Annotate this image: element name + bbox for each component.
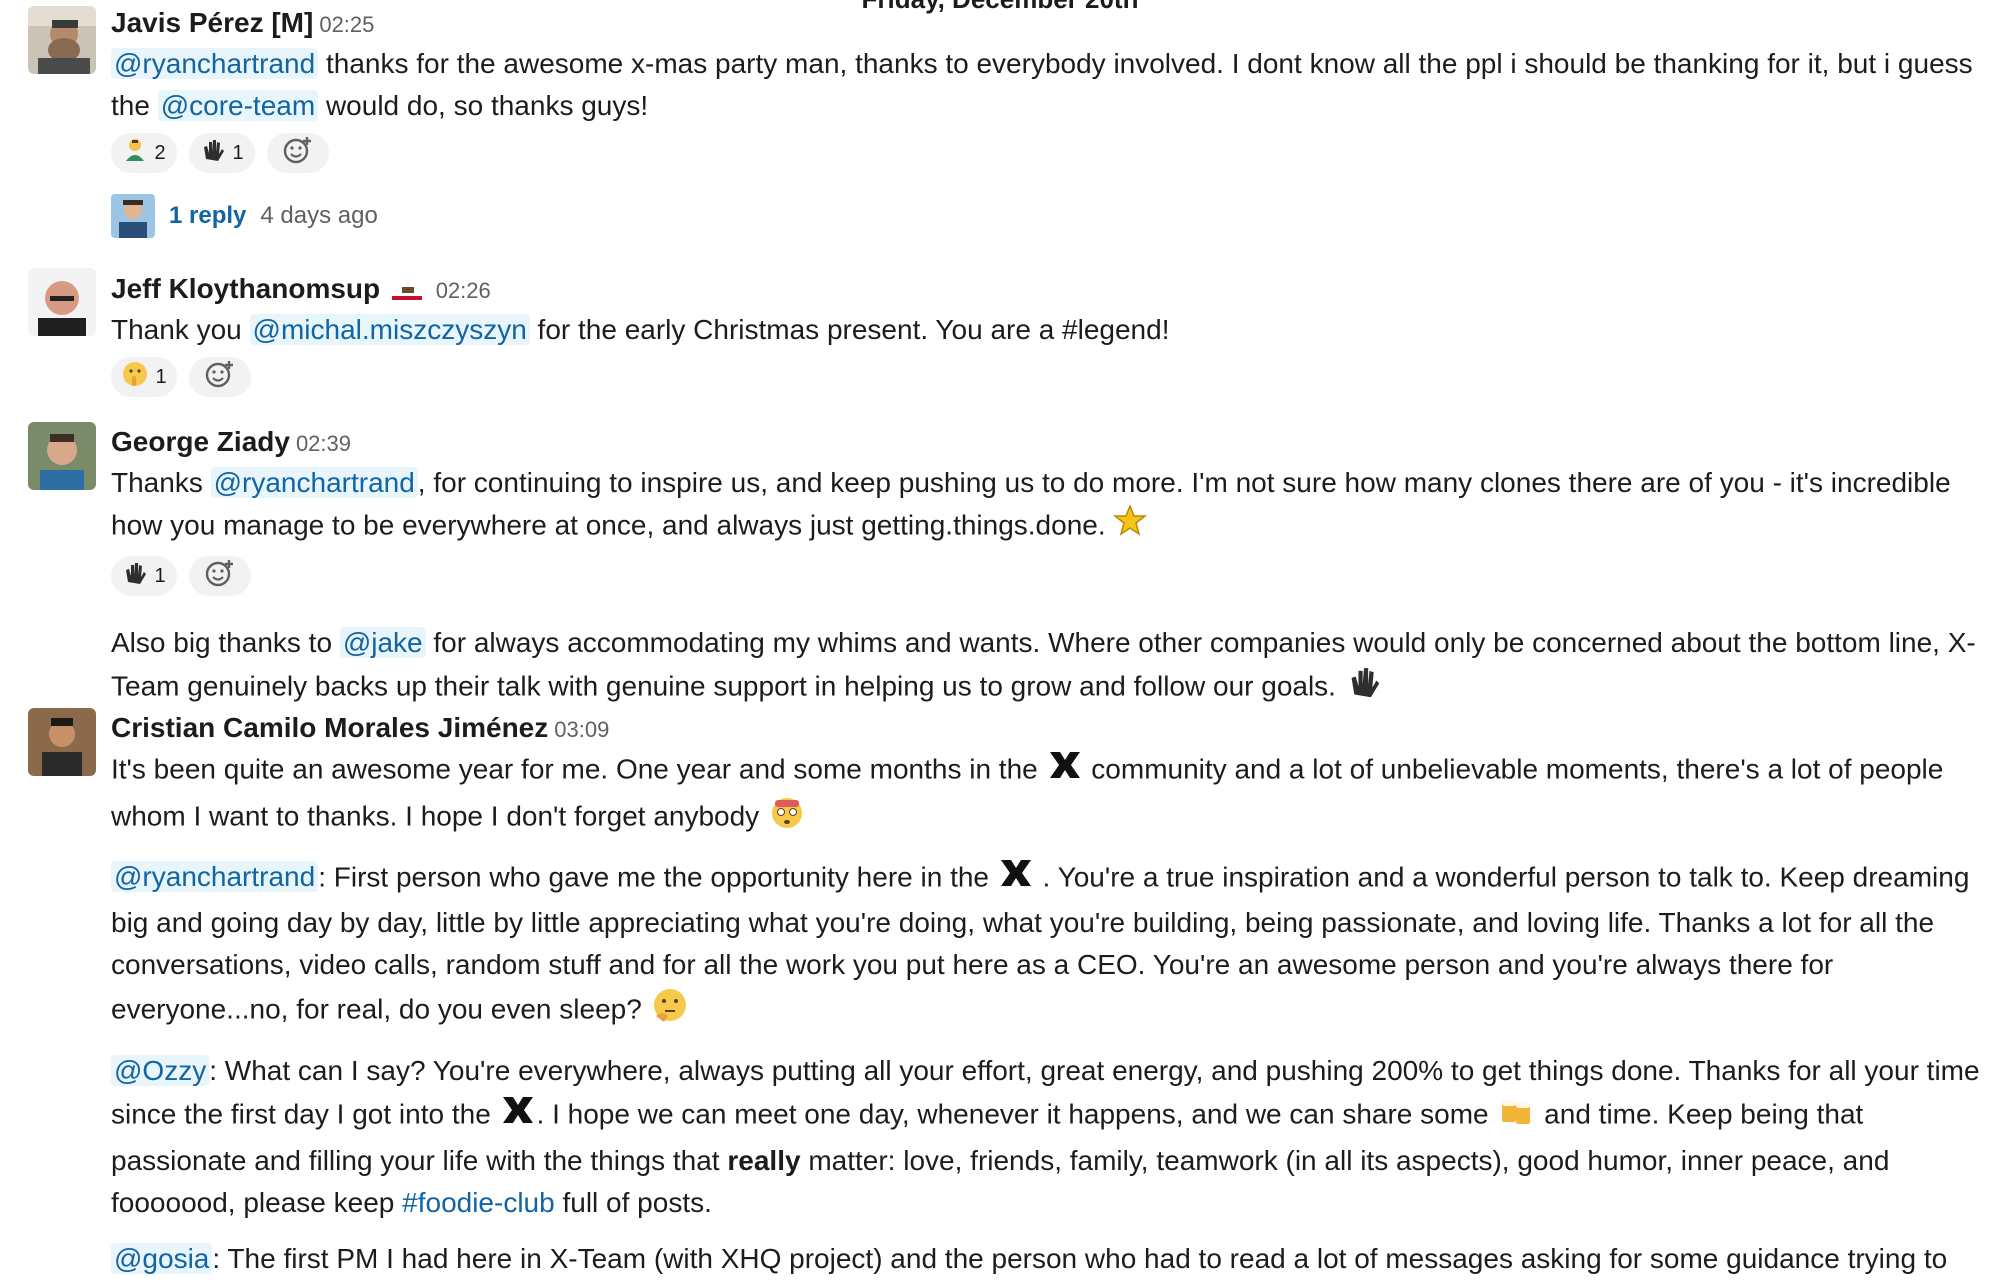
thread-participant-avatar: [111, 194, 155, 238]
reaction-waving-hand[interactable]: 1: [111, 556, 177, 596]
message-text: It's been quite an awesome year for me. …: [111, 748, 1980, 842]
timestamp[interactable]: 03:09: [554, 717, 609, 742]
avatar[interactable]: [28, 708, 96, 776]
add-reaction-button[interactable]: [189, 556, 251, 596]
text-segment: for the early Christmas present. You are…: [529, 314, 1170, 345]
add-reaction-button[interactable]: [189, 357, 251, 397]
reaction-count: 1: [154, 564, 166, 587]
reaction-waving-hand[interactable]: 1: [189, 133, 255, 173]
reaction-count: 2: [154, 141, 166, 164]
message-text: Thank you @michal.miszczyszyn for the ea…: [111, 309, 1980, 351]
bold-text: really: [727, 1145, 801, 1176]
text-segment: : First person who gave me the opportuni…: [318, 861, 997, 893]
last-reply-time: 4 days ago: [260, 202, 378, 229]
paragraph-gosia: @gosia: The first PM I had here in X-Tea…: [111, 1238, 1980, 1280]
message-text: Thanks @ryanchartrand, for continuing to…: [111, 462, 1980, 550]
followup-message-text: Also big thanks to @jake for always acco…: [111, 622, 1980, 712]
channel-link[interactable]: #foodie-club: [402, 1187, 555, 1218]
avatar[interactable]: [28, 6, 96, 74]
group-mention[interactable]: @core-team: [157, 90, 319, 121]
person-bowing-icon: [122, 137, 148, 169]
star-icon: [1113, 503, 1148, 550]
xteam-logo-icon: [499, 1093, 537, 1139]
user-mention[interactable]: @ryanchartrand: [111, 861, 319, 893]
author-name[interactable]: Javis Pérez [M]: [111, 7, 313, 38]
text-segment: : The first PM I had here in X-Team (wit…: [212, 1243, 1948, 1274]
reaction-count: 1: [232, 141, 244, 164]
timestamp[interactable]: 02:26: [436, 278, 491, 303]
author-name[interactable]: George Ziady: [111, 426, 290, 457]
message-text: @ryanchartrand thanks for the awesome x-…: [111, 43, 1980, 127]
reactions-bar: 2 1: [111, 133, 1980, 173]
waving-hand-icon: [200, 137, 226, 169]
author-name[interactable]: Cristian Camilo Morales Jiménez: [111, 712, 548, 743]
paragraph-ryan: @ryanchartrand: First person who gave me…: [111, 856, 1980, 1036]
user-mention[interactable]: @gosia: [111, 1243, 213, 1274]
beer-mugs-icon: [1496, 1092, 1536, 1140]
reactions-bar: 1: [111, 556, 1980, 596]
text-segment: Thanks: [111, 467, 211, 498]
text-segment: would do, so thanks guys!: [318, 90, 649, 121]
add-emoji-icon: [283, 135, 313, 171]
add-emoji-icon: [205, 558, 235, 594]
add-reaction-button[interactable]: [267, 133, 329, 173]
user-mention[interactable]: @michal.miszczyszyn: [249, 314, 530, 345]
reaction-shushing-face[interactable]: 1: [111, 357, 177, 397]
text-segment: . I hope we can meet one day, whenever i…: [536, 1098, 1497, 1130]
thread-summary[interactable]: 1 reply 4 days ago: [111, 193, 1980, 239]
avatar[interactable]: [28, 268, 96, 336]
user-mention[interactable]: @Ozzy: [111, 1055, 210, 1086]
reaction-count: 1: [155, 365, 167, 388]
reply-count-link[interactable]: 1 reply: [169, 202, 246, 230]
flushed-face-icon: [767, 794, 807, 842]
california-flag-icon: [391, 271, 422, 311]
xteam-logo-icon: [1046, 748, 1084, 794]
shushing-face-icon: [121, 360, 149, 394]
waving-hand-icon: [1344, 664, 1384, 712]
add-emoji-icon: [205, 359, 235, 395]
timestamp[interactable]: 02:25: [319, 12, 374, 37]
xteam-logo-icon: [997, 856, 1035, 902]
avatar[interactable]: [28, 422, 96, 490]
text-segment: Also big thanks to: [111, 627, 340, 658]
text-segment: Thank you: [111, 314, 250, 345]
thinking-face-icon: [650, 986, 690, 1036]
reaction-person-bowing[interactable]: 2: [111, 133, 177, 173]
user-mention[interactable]: @jake: [339, 627, 426, 658]
user-mention[interactable]: @ryanchartrand: [111, 48, 319, 79]
paragraph-ozzy: @Ozzy: What can I say? You're everywhere…: [111, 1050, 1980, 1224]
text-segment: full of posts.: [554, 1187, 712, 1218]
user-mention[interactable]: @ryanchartrand: [210, 467, 418, 498]
author-name[interactable]: Jeff Kloythanomsup: [111, 273, 380, 304]
reactions-bar: 1: [111, 357, 1980, 397]
waving-hand-icon: [122, 560, 148, 592]
text-segment: It's been quite an awesome year for me. …: [111, 753, 1046, 785]
timestamp[interactable]: 02:39: [296, 431, 351, 456]
